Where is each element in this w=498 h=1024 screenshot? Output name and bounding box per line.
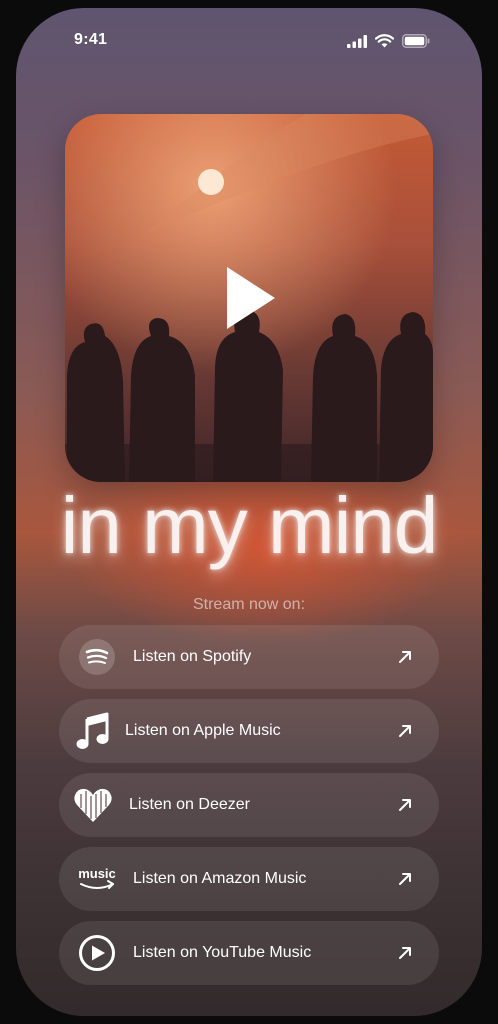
wifi-icon [374, 34, 395, 53]
amazon-music-icon: music [71, 853, 123, 905]
amazon-music-link-label: Listen on Amazon Music [133, 870, 307, 887]
spotify-icon [71, 631, 123, 683]
deezer-icon [67, 779, 119, 831]
album-cover[interactable] [65, 114, 433, 482]
amazon-icon-text: music [78, 866, 116, 881]
status-icons [347, 34, 430, 53]
arrow-up-right-icon [399, 799, 411, 811]
arrow-up-right-icon [399, 947, 411, 959]
amazon-music-link[interactable]: music Listen on Amazon Music [59, 847, 439, 911]
battery-icon [402, 34, 430, 53]
youtube-music-icon [71, 927, 123, 979]
song-title: in my mind [60, 481, 439, 570]
arrow-up-right-icon [399, 725, 411, 737]
stream-label: Stream now on: [192, 596, 306, 613]
arrow-up-right-icon [399, 873, 411, 885]
phone-screen: 9:41 in my mind Stream now on: Listen on… [16, 8, 482, 1016]
apple-music-link[interactable]: Listen on Apple Music [59, 699, 439, 763]
youtube-music-link-label: Listen on YouTube Music [133, 944, 312, 961]
deezer-link-label: Listen on Deezer [129, 796, 250, 813]
arrow-up-right-icon [399, 651, 411, 663]
spotify-link[interactable]: Listen on Spotify [59, 625, 439, 689]
play-icon [227, 267, 275, 329]
youtube-music-link[interactable]: Listen on YouTube Music [59, 921, 439, 985]
apple-music-icon [67, 705, 119, 757]
spotify-link-label: Listen on Spotify [133, 648, 252, 665]
signal-icon [347, 34, 367, 53]
status-bar: 9:41 [16, 8, 482, 72]
status-time: 9:41 [74, 31, 108, 48]
deezer-link[interactable]: Listen on Deezer [59, 773, 439, 837]
apple-music-link-label: Listen on Apple Music [125, 722, 281, 739]
streaming-links: Listen on Spotify Listen on Apple Music [59, 625, 439, 995]
play-button[interactable] [215, 264, 283, 332]
